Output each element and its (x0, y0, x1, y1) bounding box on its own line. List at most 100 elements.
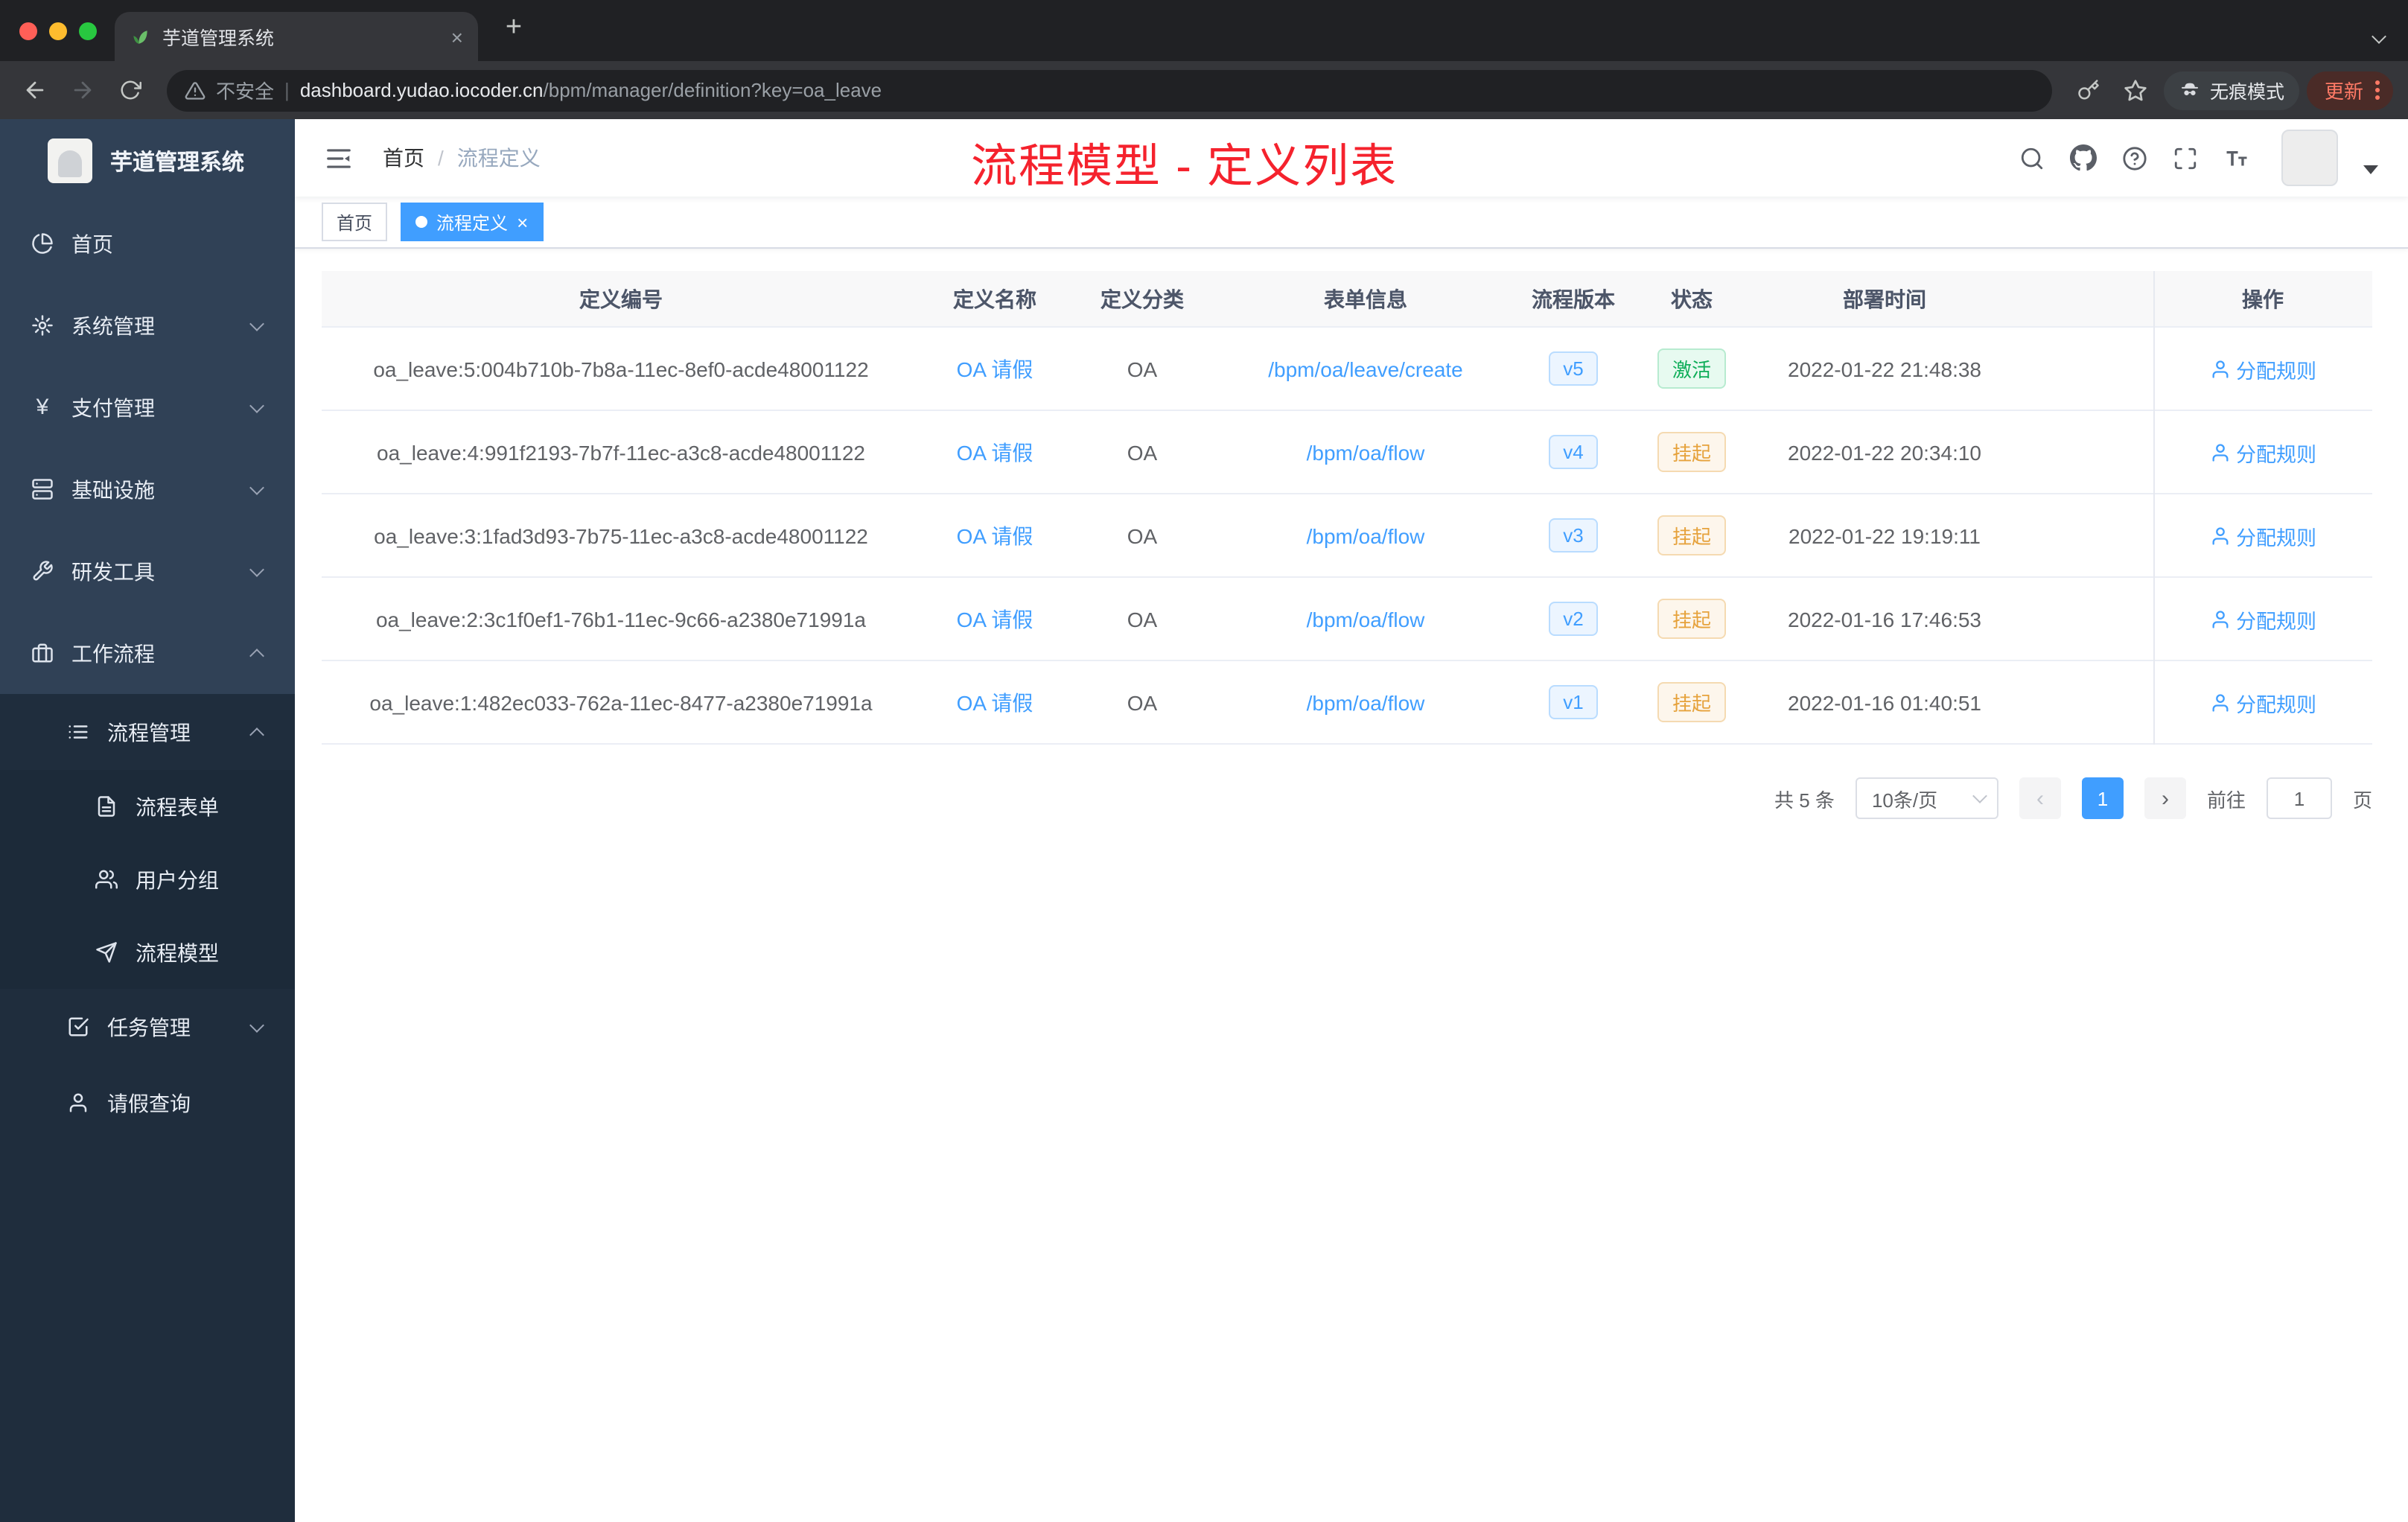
sidebar-item-process-management[interactable]: 流程管理 (0, 694, 295, 770)
user-icon (69, 1093, 87, 1112)
screen: 芋道管理系统 × + 不安全 | dashboard.yudao.iocoder… (0, 0, 2408, 1522)
definition-name-link[interactable]: OA 请假 (957, 354, 1033, 383)
address-bar[interactable]: 不安全 | dashboard.yudao.iocoder.cn/bpm/man… (167, 69, 2052, 111)
window-controls (0, 22, 97, 39)
avatar-caret-icon[interactable] (2363, 165, 2378, 174)
fixed-column-divider (2153, 271, 2155, 745)
page-number-button[interactable]: 1 (2081, 777, 2124, 819)
minimize-window-button[interactable] (49, 22, 67, 39)
form-link[interactable]: /bpm/oa/leave/create (1268, 357, 1463, 380)
definition-name-link[interactable]: OA 请假 (957, 437, 1033, 467)
form-link[interactable]: /bpm/oa/flow (1307, 607, 1425, 631)
search-icon[interactable] (2019, 145, 2045, 171)
browser-toolbar: 不安全 | dashboard.yudao.iocoder.cn/bpm/man… (0, 61, 2408, 119)
breadcrumb-current: 流程定义 (456, 146, 541, 170)
browser-tab-strip: 芋道管理系统 × + (0, 0, 2408, 61)
sidebar-item-user-group[interactable]: 用户分组 (0, 843, 295, 916)
definition-name-link[interactable]: OA 请假 (957, 687, 1033, 717)
version-badge[interactable]: v1 (1548, 685, 1599, 719)
form-link[interactable]: /bpm/oa/flow (1307, 523, 1425, 547)
definition-name-link[interactable]: OA 请假 (957, 520, 1033, 550)
table-row: oa_leave:1:482ec033-762a-11ec-8477-a2380… (322, 661, 2372, 745)
page-size-select[interactable]: 10条/页 (1855, 777, 1998, 819)
cell-filler (2016, 328, 2153, 410)
chevron-down-icon (249, 398, 264, 413)
version-badge[interactable]: v3 (1548, 518, 1599, 553)
reload-icon[interactable] (110, 79, 150, 101)
cell-filler (2016, 411, 2153, 493)
incognito-label: 无痕模式 (2209, 82, 2284, 103)
browser-update-button[interactable]: 更新 (2306, 71, 2393, 109)
assign-rule-button[interactable]: 分配规则 (2209, 520, 2316, 550)
tag-home[interactable]: 首页 (322, 203, 388, 241)
back-icon[interactable] (15, 77, 55, 103)
chevron-down-icon (249, 1017, 264, 1032)
definition-name-link[interactable]: OA 请假 (957, 604, 1033, 634)
font-size-icon[interactable] (2223, 144, 2250, 171)
tag-process-definition[interactable]: 流程定义 × (401, 203, 544, 241)
prev-page-button[interactable]: ‹ (2019, 777, 2061, 819)
cell-definition-id: oa_leave:4:991f2193-7b7f-11ec-a3c8-acde4… (377, 440, 865, 464)
user-icon (2211, 526, 2228, 544)
password-key-icon[interactable] (2068, 79, 2109, 101)
breadcrumb: 首页 / 流程定义 (383, 143, 541, 173)
form-link[interactable]: /bpm/oa/flow (1307, 440, 1425, 464)
url-text: dashboard.yudao.iocoder.cn/bpm/manager/d… (300, 79, 882, 101)
new-tab-button[interactable]: + (496, 12, 532, 45)
bookmark-star-icon[interactable] (2116, 78, 2156, 102)
col-header-filler (2016, 271, 2153, 326)
browser-tab[interactable]: 芋道管理系统 × (115, 12, 478, 61)
forward-icon[interactable] (63, 77, 103, 103)
sidebar-logo[interactable]: 芋道管理系统 (0, 119, 295, 203)
incognito-badge: 无痕模式 (2163, 71, 2299, 109)
tab-close-icon[interactable]: × (451, 26, 463, 47)
sidebar-item-workflow[interactable]: 工作流程 (0, 612, 295, 694)
sidebar-item-task-management[interactable]: 任务管理 (0, 989, 295, 1065)
yen-icon: ¥ (36, 395, 49, 420)
sidebar-item-leave-query[interactable]: 请假查询 (0, 1065, 295, 1141)
breadcrumb-home[interactable]: 首页 (383, 143, 424, 173)
zoom-window-button[interactable] (79, 22, 97, 39)
help-icon[interactable] (2122, 145, 2147, 171)
cell-deploy-time: 2022-01-22 21:48:38 (1788, 357, 1981, 380)
incognito-spy-icon (2181, 83, 2198, 95)
table-row: oa_leave:2:3c1f0ef1-76b1-11ec-9c66-a2380… (322, 578, 2372, 661)
assign-rule-button[interactable]: 分配规则 (2209, 354, 2316, 383)
github-icon[interactable] (2070, 144, 2097, 171)
sidebar-item-home[interactable]: 首页 (0, 203, 295, 284)
status-badge: 挂起 (1657, 432, 1726, 472)
next-page-button[interactable]: › (2144, 777, 2186, 819)
sidebar-item-process-form[interactable]: 流程表单 (0, 770, 295, 843)
sidebar-item-infrastructure[interactable]: 基础设施 (0, 448, 295, 530)
chevron-up-icon (249, 725, 264, 742)
goto-page-input[interactable] (2266, 777, 2332, 819)
assign-rule-button[interactable]: 分配规则 (2209, 687, 2316, 717)
cell-filler (2016, 494, 2153, 576)
version-badge[interactable]: v4 (1548, 435, 1599, 469)
tag-close-icon[interactable]: × (517, 212, 528, 232)
tab-search-icon[interactable] (2372, 22, 2386, 49)
active-tag-dot (415, 216, 428, 228)
status-badge: 挂起 (1657, 515, 1726, 555)
url-host: dashboard.yudao.iocoder.cn (299, 79, 544, 101)
user-avatar[interactable] (2281, 130, 2338, 186)
col-header-status: 状态 (1671, 287, 1713, 311)
sidebar-item-process-model[interactable]: 流程模型 (0, 916, 295, 989)
version-badge[interactable]: v5 (1548, 351, 1599, 386)
top-navbar: 首页 / 流程定义 流程模型 - 定义列表 (295, 119, 2408, 197)
sidebar-item-payment[interactable]: ¥ 支付管理 (0, 366, 295, 448)
sidebar-item-dev-tools[interactable]: 研发工具 (0, 530, 295, 612)
browser-menu-icon[interactable] (2375, 80, 2380, 100)
fullscreen-icon[interactable] (2173, 145, 2198, 171)
assign-rule-button[interactable]: 分配规则 (2209, 604, 2316, 634)
form-link[interactable]: /bpm/oa/flow (1307, 690, 1425, 714)
hamburger-icon[interactable] (316, 144, 362, 172)
close-window-button[interactable] (19, 22, 37, 39)
update-label: 更新 (2324, 80, 2363, 103)
cell-category: OA (1127, 357, 1158, 380)
security-label: 不安全 (216, 80, 275, 103)
pie-chart-icon (32, 233, 53, 254)
assign-rule-button[interactable]: 分配规则 (2209, 437, 2316, 467)
sidebar-item-system[interactable]: 系统管理 (0, 284, 295, 366)
version-badge[interactable]: v2 (1548, 602, 1599, 636)
